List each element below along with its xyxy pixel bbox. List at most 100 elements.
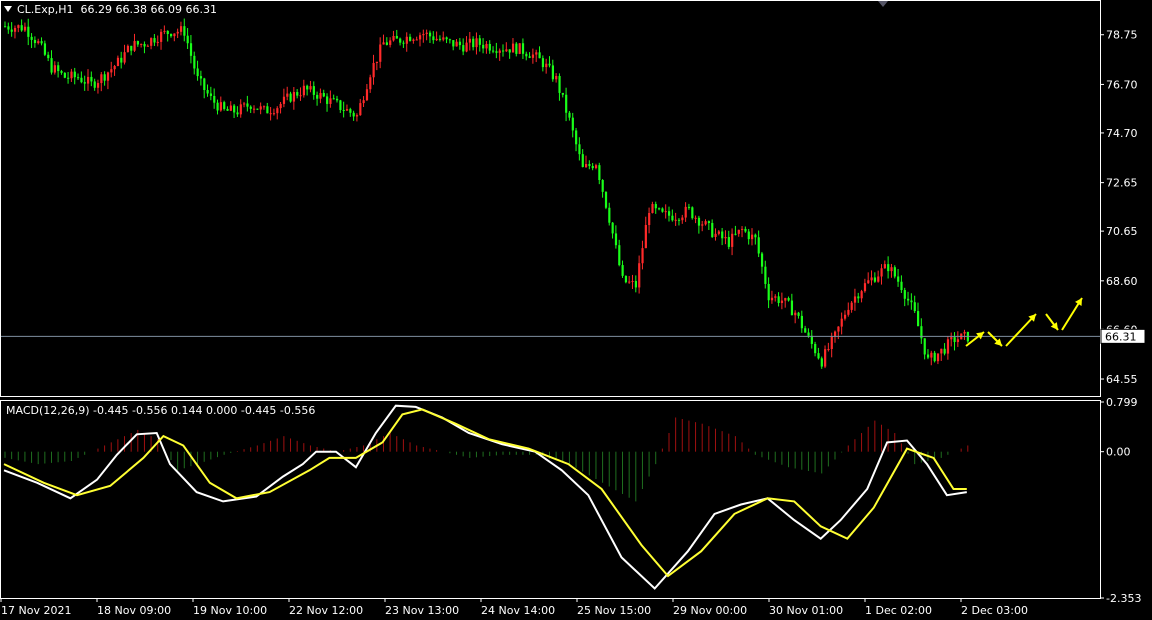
candle-body [780, 300, 784, 303]
candle [292, 87, 296, 110]
candle-body [203, 78, 206, 91]
candle [893, 265, 896, 279]
candle-body [435, 38, 438, 41]
candle [485, 41, 488, 54]
candle [246, 95, 249, 112]
chart-shift-marker[interactable] [878, 1, 888, 7]
candle [814, 341, 817, 357]
candle [721, 227, 724, 246]
candle-body [379, 44, 382, 62]
candle-body [292, 92, 296, 102]
candle-body [790, 300, 794, 316]
candle [601, 179, 604, 198]
candle-body [814, 343, 817, 354]
candle-body [727, 237, 730, 247]
candle [502, 44, 505, 57]
candle-body [890, 267, 893, 272]
candle-body [405, 36, 408, 44]
candle-body [206, 90, 209, 94]
candle [668, 206, 671, 222]
candle [641, 240, 644, 270]
candle-body [893, 267, 896, 277]
candle [438, 35, 442, 42]
candle [717, 230, 720, 236]
candle [123, 44, 126, 65]
candle-body [565, 94, 568, 113]
candle-body [289, 93, 292, 102]
candle-body [186, 35, 189, 44]
candle-body [160, 31, 163, 42]
candle [621, 260, 624, 278]
candle-body [20, 25, 23, 31]
candle [515, 42, 518, 57]
candle [817, 347, 820, 360]
candle-body [531, 54, 535, 58]
candle-body [236, 112, 239, 115]
candle-body [352, 112, 355, 117]
candle [521, 38, 525, 59]
candle-body [661, 208, 664, 212]
candle [90, 71, 93, 87]
candle-body [342, 109, 345, 111]
candle [189, 35, 193, 64]
candle-body [797, 312, 800, 316]
candle-body [116, 57, 120, 67]
candle-body [488, 43, 491, 51]
candle-body [770, 297, 774, 301]
candle-body [455, 41, 458, 47]
candle [594, 163, 598, 170]
candle [588, 160, 591, 170]
candle-body [827, 349, 830, 351]
candle [780, 292, 784, 310]
x-tick-label: 19 Nov 10:00 [193, 604, 267, 617]
candle [183, 18, 186, 42]
candle-body [900, 281, 903, 291]
candle-body [409, 36, 412, 41]
candle-body [757, 237, 760, 254]
candle-body [445, 37, 448, 40]
candle [744, 226, 747, 233]
candle-body [196, 68, 199, 77]
candle [425, 29, 428, 41]
candle-body [216, 102, 219, 111]
candle [727, 230, 730, 250]
candle [847, 302, 850, 317]
candle-body [863, 283, 867, 292]
candle-body [170, 34, 173, 37]
candle [146, 44, 149, 47]
candle [17, 24, 20, 33]
candle [372, 54, 375, 85]
candle [804, 325, 807, 333]
candle [432, 31, 435, 44]
candle-body [213, 95, 216, 103]
candle [943, 343, 946, 356]
candle-body [687, 206, 691, 208]
candle [770, 290, 774, 304]
candle-body [150, 38, 153, 46]
candle-body [677, 219, 681, 221]
candle-body [312, 86, 315, 95]
candle-body [10, 29, 13, 32]
candle [299, 87, 302, 101]
candle-body [737, 229, 740, 234]
candle-body [302, 85, 305, 96]
candle [873, 272, 877, 283]
candle-body [193, 55, 196, 69]
candle-body [535, 52, 538, 55]
candle-body [143, 43, 146, 47]
candle-body [807, 332, 810, 336]
candle [658, 207, 661, 211]
candle [800, 310, 803, 333]
candle [508, 49, 511, 59]
candle-body [953, 337, 956, 343]
dropdown-triangle-icon[interactable] [4, 6, 12, 12]
candle [445, 36, 448, 44]
candle [555, 73, 558, 83]
candle [87, 69, 90, 91]
candle-body [853, 296, 857, 303]
candle [930, 350, 933, 366]
candle [30, 33, 33, 49]
candle-body [751, 234, 754, 240]
candle [654, 201, 657, 214]
y-tick-label: 64.55 [1106, 373, 1138, 386]
